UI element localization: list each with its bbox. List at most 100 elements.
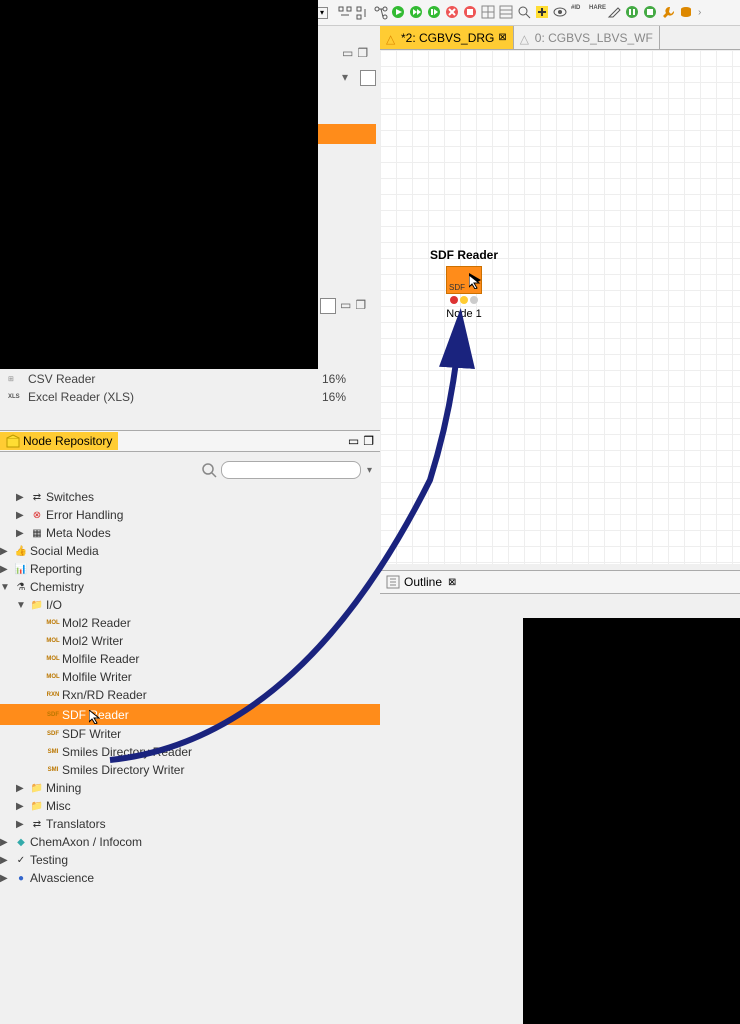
tree-item-sdf-writer[interactable]: SDFSDF Writer <box>0 725 380 743</box>
hare-icon[interactable]: HARE <box>589 5 605 21</box>
tree-arrow-icon[interactable]: ▶ <box>0 873 12 884</box>
tree-item-label: I/O <box>46 598 62 612</box>
tree-arrow-icon[interactable]: ▶ <box>0 564 12 575</box>
minimize-icon[interactable]: ▭ <box>340 298 351 314</box>
tree-item-reporting[interactable]: ▶📊Reporting <box>0 560 380 578</box>
add-yellow-icon[interactable] <box>535 5 551 21</box>
tree-item-smiles-directory-reader[interactable]: SMISmiles Directory Reader <box>0 743 380 761</box>
tab-cgbvs-drg[interactable]: △ *2: CGBVS_DRG ⊠ <box>380 26 514 49</box>
tree-item-mol2-writer[interactable]: MOLMol2 Writer <box>0 632 380 650</box>
tree-item-alvascience[interactable]: ▶●Alvascience <box>0 869 380 887</box>
tree-item-social-media[interactable]: ▶👍Social Media <box>0 542 380 560</box>
search-icon[interactable] <box>201 462 217 478</box>
tree-node-icon: 📁 <box>28 598 46 612</box>
tree-item-rxn-rd-reader[interactable]: RXNRxn/RD Reader <box>0 686 380 704</box>
tree-node-icon: 👍 <box>12 544 30 558</box>
branch-icon[interactable] <box>373 5 389 21</box>
db-icon[interactable] <box>679 5 695 21</box>
wrench-icon[interactable] <box>661 5 677 21</box>
restore-icon[interactable]: ❐ <box>363 434 374 448</box>
panel-controls: ▭ ❐ <box>342 46 368 60</box>
tree-item-mining[interactable]: ▶📁Mining <box>0 779 380 797</box>
tree-item-mol2-reader[interactable]: MOLMol2 Reader <box>0 614 380 632</box>
tree-node-icon: MOL <box>44 652 62 666</box>
tree-node-icon: 📁 <box>28 781 46 795</box>
tree-arrow-icon[interactable]: ▶ <box>16 819 28 830</box>
doc-icon[interactable] <box>320 298 336 314</box>
tree-item-translators[interactable]: ▶⇄Translators <box>0 815 380 833</box>
workflow-icon: △ <box>520 32 532 44</box>
stop-icon[interactable] <box>643 5 659 21</box>
node-body[interactable]: SDF <box>446 266 482 294</box>
workflow-canvas[interactable]: SDF Reader SDF Node 1 <box>380 50 740 564</box>
tree-item-switches[interactable]: ▶⇄Switches <box>0 488 380 506</box>
tree-item-sdf-reader[interactable]: SDFSDF Reader <box>0 704 380 725</box>
tree-node-icon: ● <box>12 871 30 885</box>
id-icon[interactable]: #ID <box>571 5 587 21</box>
tree-item-error-handling[interactable]: ▶⊗Error Handling <box>0 506 380 524</box>
tree-node-icon: ⚗ <box>12 580 30 594</box>
list-item[interactable]: ⊞ CSV Reader 16% <box>0 370 380 388</box>
panel-controls: ▭ ❐ <box>320 298 366 314</box>
tree-item-chemistry[interactable]: ▼⚗Chemistry <box>0 578 380 596</box>
recent-label: CSV Reader <box>28 372 322 386</box>
dropdown-icon[interactable]: ▾ <box>367 465 372 476</box>
tree-item-label: Switches <box>46 490 94 504</box>
node-title: SDF Reader <box>430 248 498 262</box>
tree-item-misc[interactable]: ▶📁Misc <box>0 797 380 815</box>
tree-arrow-icon[interactable]: ▶ <box>0 837 12 848</box>
tree-item-meta-nodes[interactable]: ▶▦Meta Nodes <box>0 524 380 542</box>
align-vertical-icon[interactable] <box>355 5 371 21</box>
tree-arrow-icon[interactable]: ▶ <box>16 801 28 812</box>
repo-controls: ▭ ❐ <box>348 434 380 448</box>
node-sdf-reader[interactable]: SDF Reader SDF Node 1 <box>430 248 498 320</box>
grid-icon[interactable] <box>481 5 497 21</box>
restore-icon[interactable]: ❐ <box>357 46 368 60</box>
align-horizontal-icon[interactable] <box>337 5 353 21</box>
pause-icon[interactable] <box>625 5 641 21</box>
minimize-icon[interactable]: ▭ <box>348 434 359 448</box>
tab-cgbvs-lbvs-wf[interactable]: △ 0: CGBVS_LBVS_WF <box>514 26 660 49</box>
doc-icon[interactable] <box>360 70 376 86</box>
tree-item-label: Testing <box>30 853 68 867</box>
tree-item-label: Error Handling <box>46 508 123 522</box>
tree-item-molfile-writer[interactable]: MOLMolfile Writer <box>0 668 380 686</box>
tree-node-icon: ◆ <box>12 835 30 849</box>
tree-item-molfile-reader[interactable]: MOLMolfile Reader <box>0 650 380 668</box>
close-icon[interactable]: ⊠ <box>498 32 506 43</box>
tree-item-label: Smiles Directory Reader <box>62 745 192 759</box>
dropdown-icon[interactable]: ▾ <box>342 70 348 86</box>
grid2-icon[interactable] <box>499 5 515 21</box>
tree-arrow-icon[interactable]: ▶ <box>16 783 28 794</box>
tree-arrow-icon[interactable]: ▶ <box>16 492 28 503</box>
close-icon[interactable]: ⊠ <box>448 577 456 588</box>
tree-arrow-icon[interactable]: ▼ <box>0 582 12 593</box>
search-input[interactable] <box>221 461 361 479</box>
step-icon[interactable] <box>427 5 443 21</box>
tree-arrow-icon[interactable]: ▶ <box>16 528 28 539</box>
tree-node-icon: MOL <box>44 670 62 684</box>
eye-icon[interactable] <box>553 5 569 21</box>
tree-arrow-icon[interactable]: ▼ <box>16 600 28 611</box>
cancel-all-icon[interactable] <box>463 5 479 21</box>
tree-arrow-icon[interactable]: ▶ <box>0 546 12 557</box>
list-item[interactable]: XLS Excel Reader (XLS) 16% <box>0 388 380 406</box>
tree-item-chemaxon-infocom[interactable]: ▶◆ChemAxon / Infocom <box>0 833 380 851</box>
selected-item-bar[interactable] <box>318 124 376 144</box>
tree-item-smiles-directory-writer[interactable]: SMISmiles Directory Writer <box>0 761 380 779</box>
tree-arrow-icon[interactable]: ▶ <box>0 855 12 866</box>
tree-item-label: SDF Writer <box>62 727 121 741</box>
tree-arrow-icon[interactable]: ▶ <box>16 510 28 521</box>
more-icon[interactable]: › <box>698 7 701 18</box>
play-green-icon[interactable] <box>391 5 407 21</box>
tree-item-testing[interactable]: ▶✓Testing <box>0 851 380 869</box>
restore-icon[interactable]: ❐ <box>355 298 366 314</box>
zoom-icon[interactable] <box>517 5 533 21</box>
minimize-icon[interactable]: ▭ <box>342 46 353 60</box>
tree-node-icon: 📊 <box>12 562 30 576</box>
play-all-icon[interactable] <box>409 5 425 21</box>
edit-icon[interactable] <box>607 5 623 21</box>
tree-node-icon: ✓ <box>12 853 30 867</box>
cancel-icon[interactable] <box>445 5 461 21</box>
tree-item-i-o[interactable]: ▼📁I/O <box>0 596 380 614</box>
